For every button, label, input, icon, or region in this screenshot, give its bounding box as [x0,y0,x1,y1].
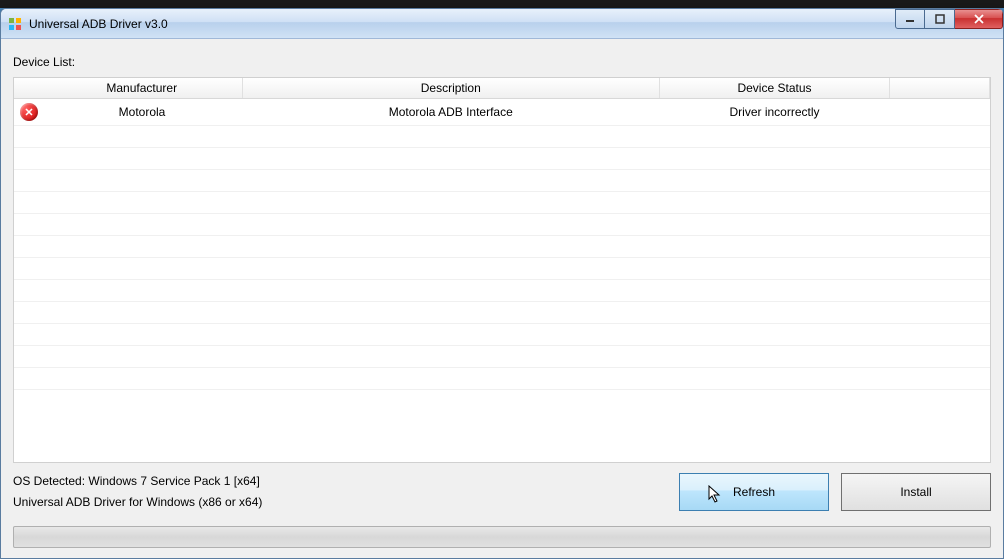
maximize-button[interactable] [925,9,955,29]
header-end[interactable] [890,78,990,99]
table-row [14,280,990,302]
driver-info-label: Universal ADB Driver for Windows (x86 or… [13,492,667,514]
device-list-label: Device List: [13,55,991,69]
header-status-icon[interactable] [14,78,42,99]
progress-bar [13,526,991,548]
refresh-button-label: Refresh [733,485,775,499]
taskbar-remnant [0,0,1004,8]
table-row [14,346,990,368]
header-device-status[interactable]: Device Status [660,78,890,99]
refresh-button[interactable]: Refresh [679,473,829,511]
footer-text: OS Detected: Windows 7 Service Pack 1 [x… [13,471,667,514]
window-content: Device List: Manufacturer Description De… [1,39,1003,558]
table-row[interactable]: ✕ Motorola Motorola ADB Interface Driver… [14,99,990,126]
minimize-button[interactable] [895,9,925,29]
close-button[interactable] [955,9,1003,29]
table-row [14,126,990,148]
table-header-row: Manufacturer Description Device Status [14,78,990,99]
table-row [14,170,990,192]
header-manufacturer[interactable]: Manufacturer [42,78,242,99]
cell-status-icon: ✕ [14,99,42,126]
app-icon [7,16,23,32]
table-row [14,324,990,346]
install-button[interactable]: Install [841,473,991,511]
window-title: Universal ADB Driver v3.0 [29,17,997,31]
cell-manufacturer: Motorola [42,99,242,126]
titlebar[interactable]: Universal ADB Driver v3.0 [1,9,1003,39]
table-row [14,302,990,324]
install-button-label: Install [900,485,931,499]
table-row [14,368,990,390]
table-row [14,236,990,258]
device-table: Manufacturer Description Device Status ✕… [14,78,990,390]
error-icon: ✕ [20,103,38,121]
application-window: Universal ADB Driver v3.0 Device List: [0,8,1004,559]
device-table-container: Manufacturer Description Device Status ✕… [13,77,991,463]
cell-device-status: Driver incorrectly [660,99,890,126]
table-row [14,214,990,236]
cell-end [890,99,990,126]
cell-description: Motorola ADB Interface [242,99,660,126]
table-row [14,192,990,214]
cursor-icon [708,485,722,503]
header-description[interactable]: Description [242,78,660,99]
footer-area: OS Detected: Windows 7 Service Pack 1 [x… [13,463,991,520]
table-row [14,258,990,280]
os-detected-label: OS Detected: Windows 7 Service Pack 1 [x… [13,471,667,493]
window-controls [895,9,1003,29]
table-row [14,148,990,170]
